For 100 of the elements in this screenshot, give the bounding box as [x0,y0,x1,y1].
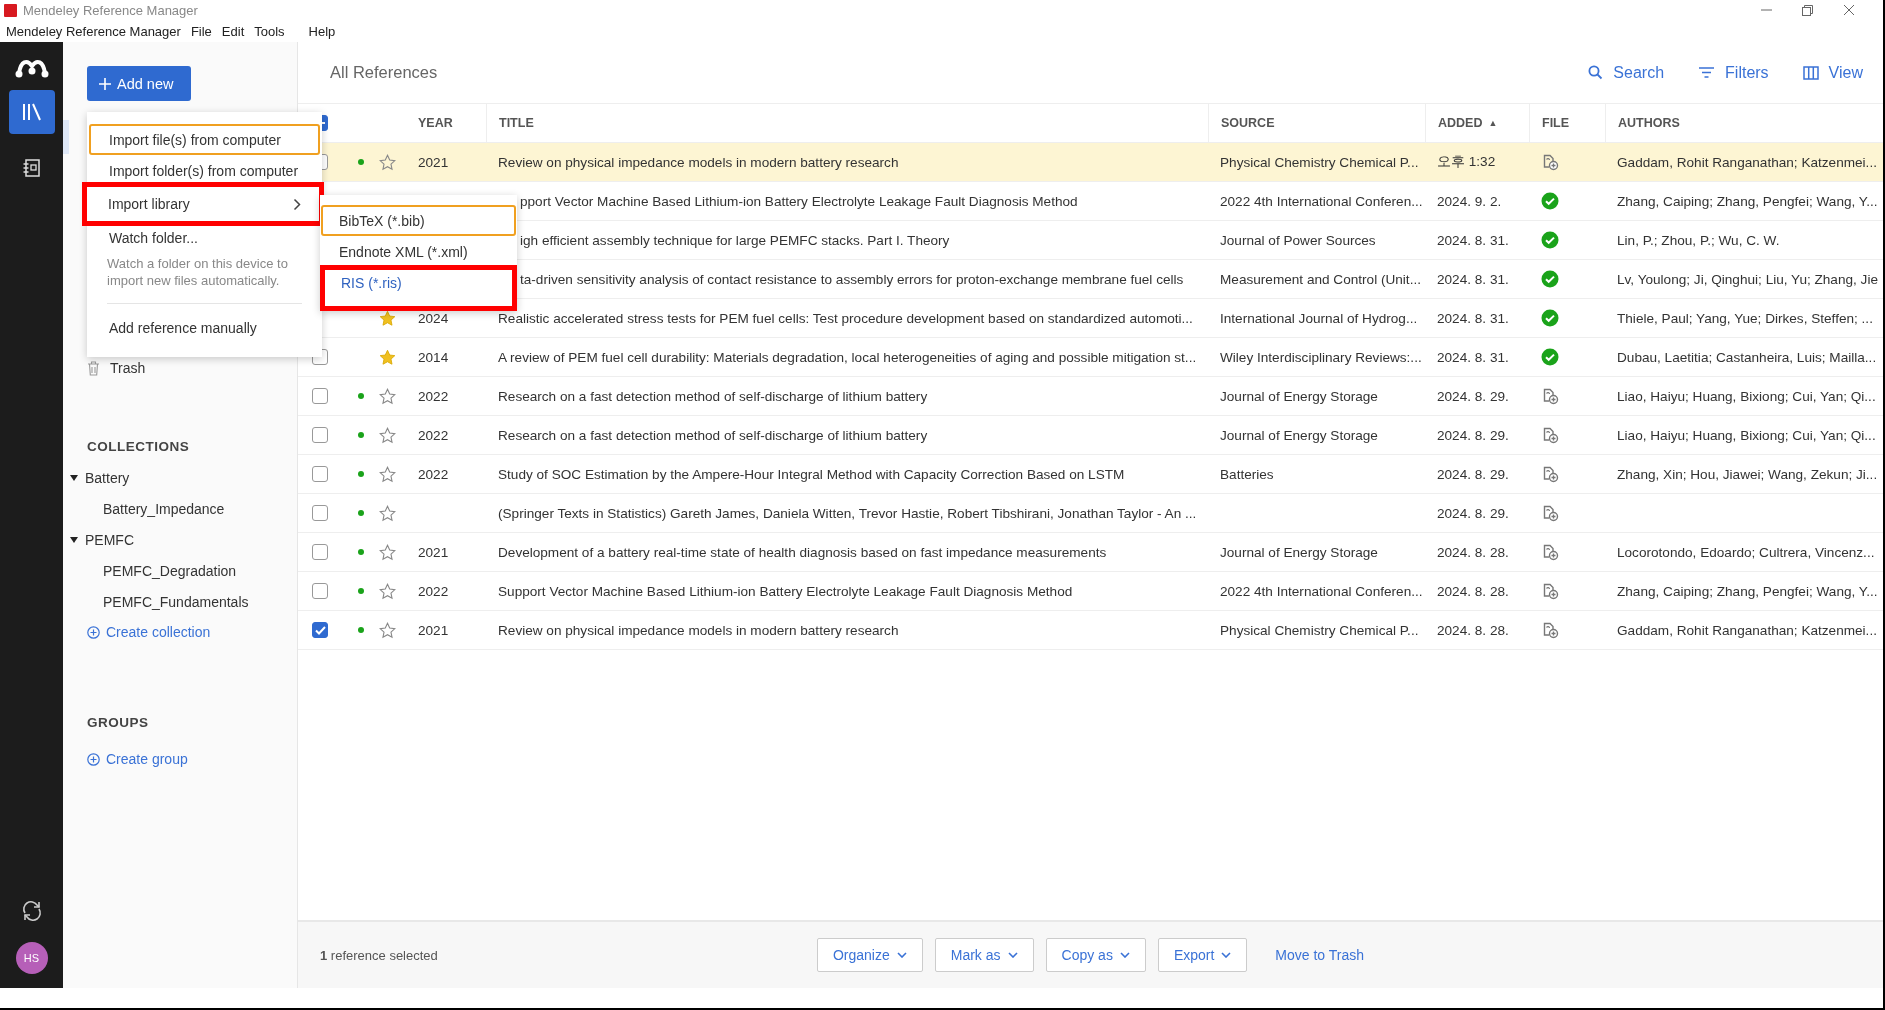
file-ready-icon[interactable] [1541,192,1559,210]
table-row[interactable]: 2021 Review on physical impedance models in modern battery research Physical Chemistry Chemical P... 2024. 8. 28. Gaddam, Rohit Ranganathan; Katzenmei... [298,611,1883,650]
collection-item[interactable]: PEMFC [85,531,134,548]
collection-item[interactable]: PEMFC_Fundamentals [103,593,249,610]
row-checkbox[interactable] [312,544,328,560]
menu-bar-item[interactable]: Edit [221,23,245,39]
submenu-item[interactable]: BibTeX (*.bib) [321,205,516,236]
user-avatar[interactable]: HS [15,942,48,974]
add-file-icon[interactable] [1541,153,1559,171]
column-header[interactable]: SOURCE [1221,116,1275,130]
menu-bar-item[interactable]: Mendeley Reference Manager [6,23,181,39]
add-file-icon[interactable] [1541,426,1559,444]
column-header[interactable]: TITLE [499,116,534,130]
window-title: Mendeley Reference Manager [23,2,198,18]
menu-item[interactable]: Import file(s) from computer [89,124,320,155]
file-ready-icon[interactable] [1541,231,1559,249]
star-icon[interactable] [379,309,396,327]
star-outline-icon[interactable] [379,543,396,561]
caret-icon [1007,952,1018,958]
collection-item[interactable]: Battery [85,469,130,486]
date-cell: 2024. 8. 31. [1437,271,1509,287]
title-cell: Review on physical impedance models in modern battery research [498,154,899,170]
create-collection-link[interactable]: Create collection [87,617,297,647]
menu-bar-item[interactable]: File [190,23,212,39]
star-outline-icon[interactable] [379,582,396,600]
column-header[interactable]: FILE [1542,116,1570,130]
authors-cell: Locorotondo, Edoardo; Cultrera, Vincenz... [1617,544,1875,560]
column-header[interactable]: YEAR [418,116,453,130]
column-header[interactable]: AUTHORS [1618,116,1680,130]
row-checkbox[interactable] [312,427,328,443]
star-icon[interactable] [379,348,396,366]
expanded-triangle-icon[interactable] [69,472,79,483]
filters-button[interactable]: Filters [1698,63,1769,82]
title-cell: Support Vector Machine Based Lithium-ion Battery Electrolyte Leakage Fault Diagnosis Method [498,583,1073,599]
year-cell: 2021 [418,544,449,560]
row-checkbox[interactable] [312,583,328,599]
row-checkbox[interactable] [312,466,328,482]
dropdown-button[interactable]: Mark as [934,938,1034,972]
table-row[interactable]: (Springer Texts in Statistics) Gareth James, Daniela Witten, Trevor Hastie, Robert Tibshirani, Jonathan Taylor - An ... 2024. 8. 29. [298,494,1883,533]
add-file-icon[interactable] [1541,465,1559,483]
row-checkbox[interactable] [312,622,328,638]
collection-item[interactable]: Battery_Impedance [103,500,225,517]
star-outline-icon[interactable] [379,153,396,171]
authors-cell: Liao, Haiyu; Huang, Bixiong; Cui, Yan; Qi... [1617,388,1876,404]
star-outline-icon[interactable] [379,504,396,522]
date-cell: 2024. 8. 31. [1437,349,1509,365]
trash-icon [87,360,100,376]
create-group-link[interactable]: Create group [87,744,297,774]
date-cell: 2024. 8. 28. [1437,583,1509,599]
restore-icon[interactable] [1802,4,1813,16]
table-row[interactable]: 2022 Research on a fast detection method of self-discharge of lithium battery Journal of Energy Storage 2024. 8. 29. Liao, Haiyu; Huang, Bixiong; Cui, Yan; Qi... [298,416,1883,455]
view-button[interactable]: View [1802,63,1863,82]
dropdown-button[interactable]: Copy as [1045,938,1146,972]
app-icon [4,3,17,17]
menu-item[interactable]: Add reference manually [89,312,320,343]
move-to-trash-link[interactable]: Move to Trash [1275,947,1365,963]
collection-item[interactable]: PEMFC_Degradation [103,562,237,579]
file-ready-icon[interactable] [1541,309,1559,327]
file-ready-icon[interactable] [1541,348,1559,366]
search-button[interactable]: Search [1588,63,1665,82]
columns-icon [1802,65,1819,80]
add-new-button[interactable]: Add new [87,66,191,101]
close-icon[interactable] [1843,4,1855,16]
table-row[interactable]: 2022 Research on a fast detection method of self-discharge of lithium battery Journal of Energy Storage 2024. 8. 29. Liao, Haiyu; Huang, Bixiong; Cui, Yan; Qi... [298,377,1883,416]
source-cell: Measurement and Control (Unit... [1220,271,1421,287]
menu-bar-item[interactable]: Help [308,23,336,39]
menu-bar-item[interactable]: Tools [254,23,285,39]
dropdown-button[interactable]: Export [1157,938,1248,972]
add-file-icon[interactable] [1541,582,1559,600]
star-outline-icon[interactable] [379,621,396,639]
year-cell: 2014 [418,349,449,365]
source-cell: Journal of Energy Storage [1220,427,1378,443]
dropdown-button[interactable]: Organize [816,938,923,972]
source-cell: 2022 4th International Conferen... [1220,583,1423,599]
add-file-icon[interactable] [1541,543,1559,561]
star-outline-icon[interactable] [379,387,396,405]
add-file-icon[interactable] [1541,387,1559,405]
sidebar-item[interactable]: Trash [110,360,146,376]
file-ready-icon[interactable] [1541,270,1559,288]
page-title: All References [330,63,438,82]
row-checkbox[interactable] [312,505,328,521]
submenu-item[interactable]: RIS (*.ris) [320,265,517,311]
library-button[interactable] [8,90,55,134]
table-row[interactable]: 2022 Support Vector Machine Based Lithium-ion Battery Electrolyte Leakage Fault Diagnosis Method 2022 4th International Conferen... 2024. 8. 28. Zhang, Caiping; Zhang, Pengfei; Wang, Y... [298,572,1883,611]
sync-icon[interactable] [20,900,43,922]
expanded-triangle-icon[interactable] [69,534,79,545]
sort-indicator[interactable]: ▲ [1488,118,1498,128]
table-row[interactable]: 2021 Development of a battery real-time state of health diagnosis based on fast impedance measurements Journal of Energy Storage 2024. 8. 28. Locorotondo, Edoardo; Cultrera, Vincenz... [298,533,1883,572]
add-file-icon[interactable] [1541,504,1559,522]
menu-item[interactable]: Import library [82,182,324,226]
title-cell: Research on a fast detection method of self-discharge of lithium battery [498,388,928,404]
column-header[interactable]: ADDED [1438,116,1483,130]
row-checkbox[interactable] [312,388,328,404]
authors-cell: Thiele, Paul; Yang, Yue; Dirkes, Steffen; ... [1617,310,1873,326]
star-outline-icon[interactable] [379,426,396,444]
date-cell: 2024. 8. 31. [1437,310,1509,326]
caret-icon [1221,952,1232,958]
star-outline-icon[interactable] [379,465,396,483]
add-file-icon[interactable] [1541,621,1559,639]
table-row[interactable]: 2022 Study of SOC Estimation by the Ampere-Hour Integral Method with Capacity Correction Based on LSTM Batteries 2024. 8. 29. Zhang, Xin; Hou, Jiawei; Wang, Zekun; Ji... [298,455,1883,494]
